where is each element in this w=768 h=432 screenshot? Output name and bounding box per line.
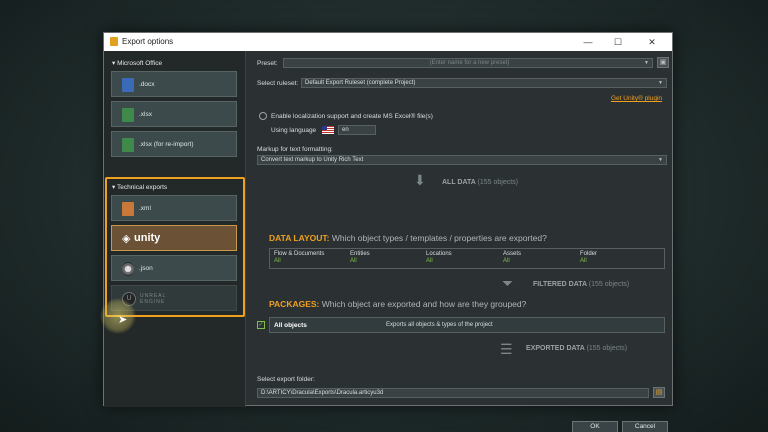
- mouse-cursor-icon: ➤: [118, 314, 128, 326]
- excel-icon: [122, 108, 134, 122]
- xml-tile[interactable]: .xml: [111, 195, 237, 221]
- ruleset-dropdown-icon[interactable]: ▼: [658, 79, 663, 87]
- col-value: All: [580, 258, 587, 264]
- json-icon: [122, 262, 134, 276]
- col-name: Folder: [580, 251, 598, 257]
- packages-question: Which object are exported and how are th…: [321, 299, 527, 309]
- export-folder-label: Select export folder:: [257, 376, 315, 383]
- xlsx-reimport-tile[interactable]: .xlsx (for re-import): [111, 131, 237, 157]
- minimize-button[interactable]: —: [576, 33, 600, 51]
- data-layout-heading: DATA LAYOUT: Which object types / templa…: [269, 233, 547, 243]
- word-icon: [122, 78, 134, 92]
- all-objects-checkbox[interactable]: ✓: [257, 321, 265, 329]
- all-data-arrow-icon: ⬇: [414, 172, 426, 188]
- docx-tile[interactable]: .docx: [111, 71, 237, 97]
- data-layout-question: Which object types / templates / propert…: [331, 233, 547, 243]
- exported-data-title: EXPORTED DATA: [526, 345, 585, 352]
- preset-input[interactable]: (Enter name for a new preset) ▼: [283, 58, 653, 68]
- markup-label: Markup for text formatting:: [257, 146, 333, 153]
- package-name: All objects: [274, 322, 307, 329]
- ruleset-value: Default Export Ruleset (complete Project…: [305, 80, 416, 86]
- app-icon: [110, 37, 118, 46]
- unity-label: unity: [134, 232, 161, 244]
- microsoft-office-group-label[interactable]: ▾ Microsoft Office: [112, 59, 162, 67]
- preset-dropdown-icon[interactable]: ▼: [644, 59, 649, 67]
- data-layout-table[interactable]: Flow & Documents All Entities All Locati…: [269, 248, 665, 269]
- xlsx-label: .xlsx: [139, 111, 152, 118]
- markup-value: Convert text markup to Unity Rich Text: [261, 157, 364, 163]
- xml-label: .xml: [139, 205, 151, 212]
- export-options-dialog: Export options — ☐ ✕ ▾ Microsoft Office …: [103, 32, 673, 432]
- all-data-section: ALL DATA (155 objects): [442, 179, 518, 186]
- xlsx-tile[interactable]: .xlsx: [111, 101, 237, 127]
- col-value: All: [426, 258, 433, 264]
- cancel-button[interactable]: Cancel: [622, 421, 668, 432]
- ruleset-label: Select ruleset:: [257, 80, 299, 87]
- excel-reimport-icon: [122, 138, 134, 152]
- layout-col-entities[interactable]: Entities All: [350, 251, 370, 264]
- export-folder-input[interactable]: D:\ARTICY\Dracula\Exports\Dracula.articy…: [257, 388, 649, 398]
- col-name: Flow & Documents: [274, 251, 325, 257]
- browse-folder-icon[interactable]: ▤: [653, 387, 665, 398]
- data-layout-highlight: DATA LAYOUT:: [269, 233, 330, 243]
- us-flag-icon: [322, 126, 334, 134]
- packages-highlight: PACKAGES:: [269, 299, 320, 309]
- docx-label: .docx: [139, 81, 155, 88]
- unity-tile[interactable]: ◈ unity: [111, 225, 237, 251]
- all-data-title: ALL DATA: [442, 179, 476, 186]
- col-value: All: [503, 258, 510, 264]
- filtered-data-count: (155 objects): [588, 281, 630, 288]
- unity-icon: ◈: [122, 233, 131, 245]
- exported-data-section: EXPORTED DATA (155 objects): [526, 345, 627, 352]
- packages-heading: PACKAGES: Which object are exported and …: [269, 299, 526, 309]
- markup-dropdown-icon[interactable]: ▼: [658, 156, 663, 164]
- xml-icon: [122, 202, 134, 216]
- window-title: Export options: [122, 37, 174, 46]
- layout-col-folder[interactable]: Folder All: [580, 251, 597, 264]
- ruleset-select[interactable]: Default Export Ruleset (complete Project…: [301, 78, 667, 88]
- json-label: .json: [139, 265, 153, 272]
- exported-data-count: (155 objects): [586, 345, 628, 352]
- json-tile[interactable]: .json: [111, 255, 237, 281]
- col-name: Assets: [503, 251, 522, 257]
- export-format-panel: ▾ Microsoft Office .docx .xlsx .xlsx (fo…: [104, 51, 246, 407]
- package-row-all-objects[interactable]: All objects Exports all objects & types …: [269, 317, 665, 333]
- filter-funnel-icon: ⏷: [502, 275, 514, 291]
- localization-checkbox[interactable]: [259, 112, 267, 120]
- col-value: All: [350, 258, 357, 264]
- using-language-label: Using language: [271, 127, 317, 134]
- col-value: All: [274, 258, 281, 264]
- exported-data-icon: ☰: [500, 341, 513, 357]
- xlsx-reimport-label: .xlsx (for re-import): [139, 141, 194, 148]
- title-bar: Export options — ☐ ✕: [104, 33, 672, 51]
- technical-exports-group-label[interactable]: ▾ Technical exports: [112, 183, 167, 191]
- package-description: Exports all objects & types of the proje…: [386, 322, 493, 328]
- filtered-data-section: FILTERED DATA (155 objects): [533, 281, 629, 288]
- close-button[interactable]: ✕: [640, 33, 664, 51]
- save-preset-icon[interactable]: ▣: [657, 57, 669, 68]
- preset-placeholder: (Enter name for a new preset): [429, 60, 510, 66]
- maximize-button[interactable]: ☐: [606, 33, 630, 51]
- all-data-count: (155 objects): [477, 179, 518, 186]
- ok-button[interactable]: OK: [572, 421, 618, 432]
- unreal-engine-label: UNREAL ENGINE: [140, 293, 167, 305]
- preset-label: Preset:: [257, 60, 278, 67]
- markup-select[interactable]: Convert text markup to Unity Rich Text ▼: [257, 155, 667, 165]
- filtered-data-title: FILTERED DATA: [533, 281, 587, 288]
- get-unity-plugin-link[interactable]: Get Unity® plugin: [611, 95, 662, 102]
- language-input[interactable]: en: [338, 125, 376, 135]
- localization-label: Enable localization support and create M…: [271, 113, 433, 120]
- col-name: Locations: [426, 251, 452, 257]
- layout-col-assets[interactable]: Assets All: [503, 251, 521, 264]
- layout-col-locations[interactable]: Locations All: [426, 251, 452, 264]
- export-settings-panel: Preset: (Enter name for a new preset) ▼ …: [247, 51, 673, 432]
- layout-col-flow-documents[interactable]: Flow & Documents All: [274, 251, 324, 264]
- col-name: Entities: [350, 251, 370, 257]
